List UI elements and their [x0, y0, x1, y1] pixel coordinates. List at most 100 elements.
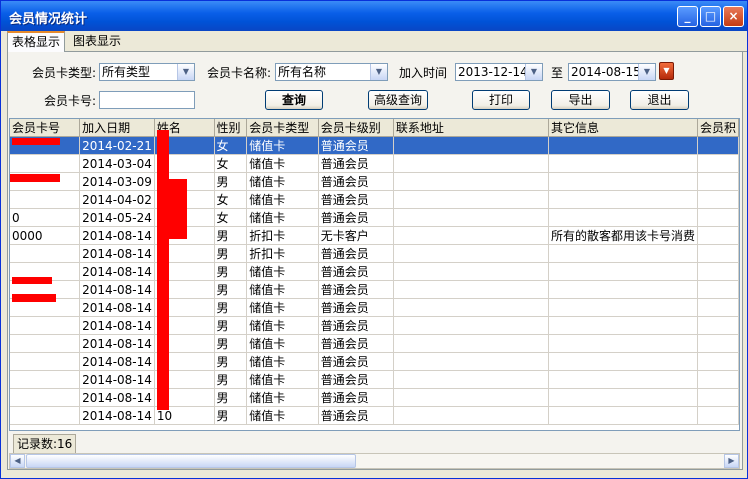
cell-level: 普通会员	[318, 208, 394, 227]
column-header[interactable]: 会员卡类型	[246, 119, 319, 137]
card-name-value: 所有名称	[278, 65, 327, 79]
cell-type: 储值卡	[246, 298, 319, 317]
cell-type: 储值卡	[246, 172, 319, 191]
scroll-right-icon[interactable]: ▶	[724, 454, 739, 468]
cell-addr	[393, 298, 549, 317]
advanced-query-button[interactable]: 高级查询	[368, 90, 428, 110]
table-row[interactable]: 2014-03-04 女储值卡 普通会员	[10, 154, 739, 173]
table-row[interactable]: 2014-08-149男储值卡普通会员	[10, 388, 739, 407]
card-no-label: 会员卡号:	[44, 94, 97, 108]
cell-sex: 男	[214, 298, 248, 317]
print-button[interactable]: 打印	[472, 90, 530, 110]
scroll-thumb[interactable]	[26, 454, 356, 468]
redaction-mark	[157, 130, 169, 410]
card-type-select[interactable]: 所有类型 ▼	[99, 63, 195, 81]
table-row[interactable]: 2014-08-143男储值卡普通会员	[10, 280, 739, 299]
date-from-value: 2013-12-14	[458, 65, 528, 79]
cell-type: 折扣卡	[246, 244, 319, 263]
cell-date: 2014-08-14	[79, 334, 155, 353]
cell-addr	[393, 352, 549, 371]
column-header[interactable]: 会员积	[697, 119, 739, 137]
cell-date: 2014-08-14	[79, 298, 155, 317]
column-header[interactable]: 会员卡号	[10, 119, 81, 137]
cell-type: 储值卡	[246, 262, 319, 281]
table-row[interactable]: 2014-08-146男储值卡普通会员	[10, 334, 739, 353]
table-row[interactable]: 0 2014-05-24 女储值卡 普通会员	[10, 208, 739, 227]
query-button[interactable]: 查询	[265, 90, 323, 110]
cell-addr	[393, 334, 549, 353]
table-row[interactable]: 2014-04-02 女储值卡 普通会员	[10, 190, 739, 209]
column-header[interactable]: 会员卡级别	[318, 119, 394, 137]
table-row[interactable]: 2014-03-09 男储值卡 普通会员	[10, 172, 739, 191]
date-range-dropdown-icon[interactable]: ▼	[659, 62, 674, 80]
table-row[interactable]: 2014-08-145男储值卡普通会员	[10, 316, 739, 335]
tab-strip: 表格显示 图表显示	[7, 31, 747, 53]
cell-card	[10, 154, 81, 173]
cell-sex: 女	[214, 190, 248, 209]
members-table[interactable]: 会员卡号 加入日期 姓名 性别 会员卡类型 会员卡级别 联系地址 其它信息 会员积 2014-0…	[9, 118, 740, 431]
cell-points	[697, 244, 739, 263]
horizontal-scrollbar[interactable]: ◀ ▶	[9, 453, 740, 469]
table-row[interactable]: 2014-08-142男储值卡普通会员	[10, 262, 739, 281]
exit-button[interactable]: 退出	[630, 90, 689, 110]
cell-addr	[393, 190, 549, 209]
cell-date: 2014-04-02	[79, 190, 155, 209]
table-row[interactable]: 2014-08-14 10 男储值卡 普通会员	[10, 406, 739, 425]
cell-addr	[393, 280, 549, 299]
cell-level: 普通会员	[318, 406, 394, 425]
cell-other: 所有的散客都用该卡号消费	[548, 226, 698, 245]
column-header[interactable]: 联系地址	[393, 119, 549, 137]
cell-other	[548, 280, 698, 299]
cell-level: 普通会员	[318, 190, 394, 209]
minimize-button[interactable]: _	[677, 6, 698, 27]
card-name-select[interactable]: 所有名称 ▼	[275, 63, 388, 81]
cell-level: 普通会员	[318, 154, 394, 173]
column-header[interactable]: 其它信息	[548, 119, 698, 137]
chevron-down-icon[interactable]: ▼	[177, 64, 194, 80]
cell-addr	[393, 388, 549, 407]
date-to-picker[interactable]: 2014-08-15 ▼	[568, 63, 656, 81]
cell-date: 2014-08-14	[79, 280, 155, 299]
cell-other	[548, 262, 698, 281]
cell-points	[697, 406, 739, 425]
data-grid: 会员卡号 加入日期 姓名 性别 会员卡类型 会员卡级别 联系地址 其它信息 会员积 2014-0…	[10, 119, 739, 425]
cell-level: 普通会员	[318, 370, 394, 389]
column-header[interactable]: 性别	[214, 119, 248, 137]
cell-card: 0000	[10, 226, 81, 245]
table-row[interactable]: 2014-02-21 女储值卡 普通会员	[10, 136, 739, 155]
cell-date: 2014-03-04	[79, 154, 155, 173]
chevron-down-icon[interactable]: ▼	[525, 64, 542, 80]
column-header[interactable]: 加入日期	[79, 119, 155, 137]
cell-addr	[393, 406, 549, 425]
cell-date: 2014-08-14	[79, 262, 155, 281]
table-row[interactable]: 2014-08-144男储值卡普通会员	[10, 298, 739, 317]
close-button[interactable]: ×	[723, 6, 744, 27]
chevron-down-icon[interactable]: ▼	[370, 64, 387, 80]
cell-level: 普通会员	[318, 352, 394, 371]
table-row[interactable]: 00002014-08-14户男折扣卡无卡客户所有的散客都用该卡号消费	[10, 226, 739, 245]
table-row[interactable]: 2014-08-141男折扣卡普通会员	[10, 244, 739, 263]
cell-level: 普通会员	[318, 172, 394, 191]
card-no-input[interactable]	[99, 91, 195, 109]
cell-sex: 女	[214, 154, 248, 173]
tab-chart-view[interactable]: 图表显示	[69, 32, 125, 50]
date-from-picker[interactable]: 2013-12-14 ▼	[455, 63, 543, 81]
record-count: 记录数:16	[13, 434, 77, 454]
cell-level: 无卡客户	[318, 226, 394, 245]
cell-points	[697, 316, 739, 335]
tab-table-view[interactable]: 表格显示	[7, 31, 66, 53]
cell-date: 2014-08-14	[79, 244, 155, 263]
export-button[interactable]: 导出	[551, 90, 610, 110]
table-row[interactable]: 2014-08-148男储值卡普通会员	[10, 370, 739, 389]
scroll-left-icon[interactable]: ◀	[10, 454, 25, 468]
cell-points	[697, 172, 739, 191]
title-bar[interactable]: 会员情况统计 _ □ ×	[1, 1, 747, 31]
join-time-label: 加入时间	[399, 66, 448, 80]
cell-points	[697, 136, 739, 155]
cell-sex: 男	[214, 172, 248, 191]
chevron-down-icon[interactable]: ▼	[638, 64, 655, 80]
table-row[interactable]: 2014-08-147男储值卡普通会员	[10, 352, 739, 371]
maximize-button[interactable]: □	[700, 6, 721, 27]
cell-date: 2014-08-14	[79, 406, 155, 425]
redaction-mark	[12, 294, 56, 302]
